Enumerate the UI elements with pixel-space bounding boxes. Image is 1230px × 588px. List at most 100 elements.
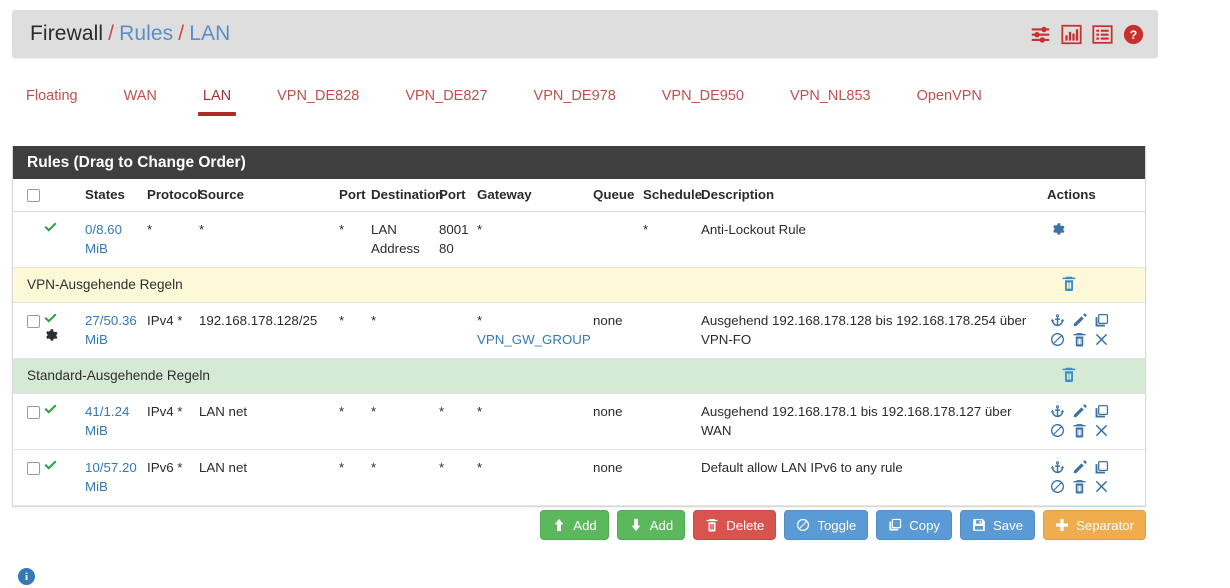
rules-table: States Protocol Source Port Destination … [13, 179, 1145, 506]
tab-lan[interactable]: LAN [197, 78, 237, 116]
table-row[interactable]: 0/8.60 MiB * * * LAN Address 8001 80 * * Anti-Lo… [13, 211, 1145, 268]
copy-rule-icon[interactable] [1091, 402, 1111, 421]
edit-rule-icon[interactable] [1069, 402, 1089, 421]
tab-floating[interactable]: Floating [26, 78, 78, 116]
button-label: Save [993, 517, 1024, 533]
delete-rule-icon[interactable] [1069, 330, 1089, 349]
add-button-top[interactable]: Add [540, 510, 609, 540]
tab-vpn_de827[interactable]: VPN_DE827 [405, 78, 487, 116]
destination-cell: * [371, 449, 439, 506]
rule-status-cell [43, 211, 85, 268]
gateway-link[interactable]: VPN_GW_GROUP [477, 332, 591, 347]
button-label: Copy [909, 517, 941, 533]
row-checkbox[interactable] [27, 314, 40, 328]
table-row[interactable]: 41/1.24 MiB IPv4 * LAN net * * * * none Ausgehen… [13, 393, 1145, 450]
separator-row: VPN-Ausgehende Regeln [13, 267, 1145, 303]
disable-rule-icon[interactable] [1047, 421, 1067, 440]
delete-rule-icon[interactable] [1069, 477, 1089, 496]
schedule-cell [643, 393, 701, 450]
separator-actions [1047, 267, 1145, 303]
rule-status-cell [43, 393, 85, 450]
breadcrumb-firewall: Firewall [30, 22, 104, 45]
row-checkbox[interactable] [27, 405, 40, 419]
table-row[interactable]: 27/50.36 MiB IPv4 * 192.168.178.128/25 * * *V… [13, 302, 1145, 359]
edit-rule-icon[interactable] [1069, 311, 1089, 330]
breadcrumb-rules[interactable]: Rules [119, 22, 173, 45]
tab-wan[interactable]: WAN [124, 78, 157, 116]
table-row[interactable]: 10/57.20 MiB IPv6 * LAN net * * * * none Default… [13, 449, 1145, 506]
move-rule-icon[interactable] [1047, 402, 1067, 421]
tab-openvpn[interactable]: OpenVPN [917, 78, 982, 116]
destination-port-cell [439, 302, 477, 359]
source-port-header: Port [339, 179, 371, 212]
select-all-header [13, 179, 43, 212]
plus-icon [1055, 518, 1069, 532]
schedule-cell [643, 302, 701, 359]
tab-vpn_nl853[interactable]: VPN_NL853 [790, 78, 871, 116]
states-cell: 10/57.20 MiB [85, 449, 147, 506]
remove-rule-icon[interactable] [1091, 330, 1111, 349]
separator-label: Standard-Ausgehende Regeln [13, 358, 1047, 394]
rules-panel: Rules (Drag to Change Order) States Prot… [12, 146, 1146, 507]
gateway-port-star: * [477, 313, 483, 328]
arrow-down-icon [629, 518, 643, 532]
gateway-cell: * [477, 449, 593, 506]
arrow-up-icon [552, 518, 566, 532]
row-checkbox[interactable] [27, 461, 40, 475]
source-cell: 192.168.178.128/25 [199, 302, 339, 359]
states-link[interactable]: 0/8.60 MiB [85, 222, 122, 256]
toggle-button[interactable]: Toggle [784, 510, 869, 540]
row-select-cell [13, 211, 43, 268]
breadcrumb-bar: Firewall / Rules / LAN ? [12, 10, 1158, 58]
description-cell: Ausgehend 192.168.178.128 bis 192.168.17… [701, 302, 1047, 359]
log-icon[interactable] [1092, 24, 1113, 45]
delete-rule-icon[interactable] [1069, 421, 1089, 440]
separator-delete-icon[interactable] [1061, 275, 1135, 292]
source-port-cell: * [339, 302, 371, 359]
move-rule-icon[interactable] [1047, 458, 1067, 477]
states-link[interactable]: 41/1.24 MiB [85, 404, 129, 438]
row-select-cell [13, 449, 43, 506]
row-action-group [1047, 458, 1113, 496]
interface-tab-bar: Floating WAN LAN VPN_DE828 VPN_DE827 VPN_DE97… [12, 78, 1158, 124]
remove-rule-icon[interactable] [1091, 477, 1111, 496]
states-header: States [85, 179, 147, 212]
edit-rule-icon[interactable] [1069, 458, 1089, 477]
separator-button[interactable]: Separator [1043, 510, 1146, 540]
save-icon [972, 518, 986, 532]
gateway-header: Gateway [477, 179, 593, 212]
info-icon[interactable]: i [18, 568, 35, 585]
states-cell: 0/8.60 MiB [85, 211, 147, 268]
move-rule-icon[interactable] [1047, 311, 1067, 330]
queue-cell: none [593, 393, 643, 450]
copy-rule-icon[interactable] [1091, 311, 1111, 330]
separator-delete-icon[interactable] [1061, 366, 1135, 383]
destination-port-cell: 8001 80 [439, 211, 477, 268]
select-all-checkbox[interactable] [27, 188, 40, 202]
tab-vpn_de978[interactable]: VPN_DE978 [534, 78, 616, 116]
protocol-cell: IPv4 * [147, 393, 199, 450]
save-button[interactable]: Save [960, 510, 1036, 540]
actions-cell [1047, 393, 1145, 450]
row-action-group [1047, 220, 1113, 239]
gateway-cell: * [477, 211, 593, 268]
states-link[interactable]: 27/50.36 MiB [85, 313, 137, 347]
add-button-bottom[interactable]: Add [616, 510, 686, 540]
copy-button[interactable]: Copy [876, 510, 953, 540]
disable-rule-icon[interactable] [1047, 477, 1067, 496]
states-link[interactable]: 10/57.20 MiB [85, 460, 137, 494]
delete-button[interactable]: Delete [693, 510, 777, 540]
source-cell: LAN net [199, 393, 339, 450]
filter-icon[interactable] [1030, 24, 1051, 45]
copy-rule-icon[interactable] [1091, 458, 1111, 477]
tab-vpn_de828[interactable]: VPN_DE828 [277, 78, 359, 116]
advanced-options-icon [43, 328, 81, 343]
remove-rule-icon[interactable] [1091, 421, 1111, 440]
disable-rule-icon[interactable] [1047, 330, 1067, 349]
help-icon[interactable]: ? [1123, 24, 1144, 45]
tab-vpn_de950[interactable]: VPN_DE950 [662, 78, 744, 116]
chart-icon[interactable] [1061, 24, 1082, 45]
breadcrumb-lan[interactable]: LAN [189, 22, 230, 45]
rule-settings-icon[interactable] [1047, 220, 1067, 239]
pass-check-icon [43, 311, 81, 326]
